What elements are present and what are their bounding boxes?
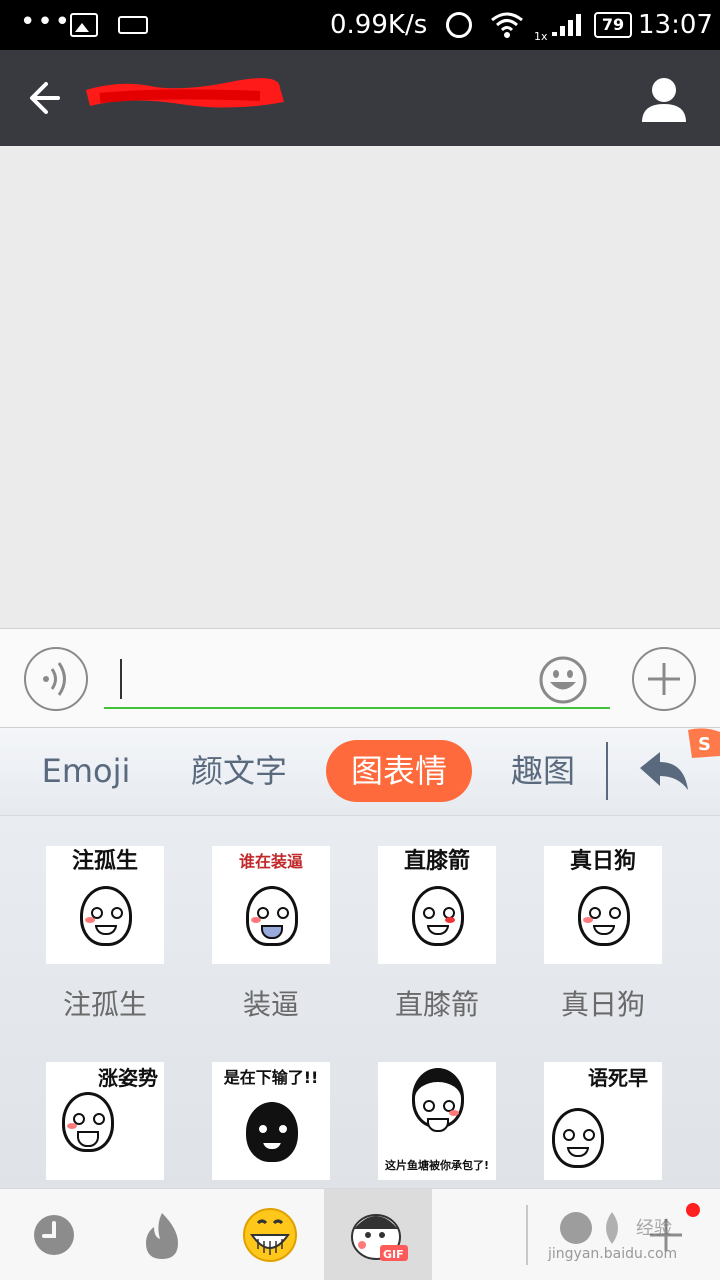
sticker-image: 语死早 xyxy=(544,1062,662,1180)
new-badge-dot xyxy=(686,1203,700,1217)
sticker-caption: 注孤生 xyxy=(71,849,138,874)
sticker-label: 真日狗 xyxy=(560,988,645,1021)
sticker-caption: 语死早 xyxy=(588,1066,648,1090)
recent-stickers-button[interactable] xyxy=(0,1189,108,1280)
signal-icon: 1x xyxy=(534,14,581,42)
sticker-image: 涨姿势 xyxy=(46,1062,164,1180)
more-actions-button[interactable] xyxy=(632,647,696,711)
voice-icon xyxy=(43,662,66,696)
sticker-item[interactable]: 语死早 xyxy=(520,1062,686,1188)
back-arrow-icon[interactable] xyxy=(22,74,74,122)
sticker-item[interactable]: 是在下输了!! xyxy=(188,1062,354,1188)
plus-icon xyxy=(648,663,680,695)
sticker-caption: 涨姿势 xyxy=(98,1066,158,1090)
tab-divider xyxy=(606,742,608,800)
sticker-caption: 这片鱼塘被你承包了! xyxy=(384,1159,490,1172)
profile-icon[interactable] xyxy=(636,74,692,126)
sticker-label: 直膝箭 xyxy=(394,988,479,1021)
clock-time: 13:07 xyxy=(638,10,713,40)
keyboard-category-tabs: Emoji 颜文字 图表情 趣图 xyxy=(0,728,720,816)
chat-message-area[interactable] xyxy=(0,146,720,628)
sticker-caption: 是在下输了!! xyxy=(223,1068,319,1087)
sticker-caption: 直膝箭 xyxy=(403,849,470,874)
grin-emoji-icon xyxy=(243,1208,297,1262)
sticker-image: 谁在装逼 xyxy=(212,846,330,964)
battery-indicator: 79 xyxy=(594,12,632,38)
sticker-grid: 注孤生 注孤生 谁在装逼 装逼 直膝箭 直膝箭 真日狗 真日狗 涨姿势 是在下输… xyxy=(0,816,720,1188)
sticker-caption: 真日狗 xyxy=(569,849,636,874)
message-input-bar xyxy=(0,628,720,728)
svg-text:S: S xyxy=(698,734,711,755)
emoji-pack-button[interactable] xyxy=(216,1189,324,1280)
emoji-toggle-icon[interactable] xyxy=(538,655,588,705)
watermark-url: jingyan.baidu.com xyxy=(548,1246,678,1262)
tab-fun-images[interactable]: 趣图 xyxy=(496,740,590,802)
keyboard-notification-icon xyxy=(118,16,148,34)
sticker-item[interactable]: 直膝箭 直膝箭 xyxy=(354,846,520,1022)
network-speed: 0.99K/s xyxy=(330,10,428,40)
sticker-item[interactable]: 这片鱼塘被你承包了! xyxy=(354,1062,520,1188)
sticker-image: 这片鱼塘被你承包了! xyxy=(378,1062,496,1180)
status-bar: ••• 0.99K/s 1x 79 13:07 xyxy=(0,0,720,50)
fire-icon xyxy=(146,1213,178,1259)
tab-image-stickers[interactable]: 图表情 xyxy=(326,740,472,802)
chat-title-bar xyxy=(0,50,720,146)
tab-kaomoji[interactable]: 颜文字 xyxy=(174,740,304,802)
sticker-item[interactable]: 涨姿势 xyxy=(22,1062,188,1188)
wifi-icon xyxy=(491,12,523,38)
sticker-item[interactable]: 谁在装逼 装逼 xyxy=(188,846,354,1022)
bar-divider xyxy=(526,1205,528,1265)
gif-sticker-icon: GIF xyxy=(351,1214,408,1261)
sticker-item[interactable]: 真日狗 真日狗 xyxy=(520,846,686,1022)
tab-emoji[interactable]: Emoji xyxy=(30,740,142,802)
svg-text:经验: 经验 xyxy=(636,1218,672,1239)
sticker-label: 注孤生 xyxy=(62,988,147,1021)
redacted-contact-name xyxy=(86,78,284,108)
sticker-image: 真日狗 xyxy=(544,846,662,964)
alarm-icon xyxy=(446,12,472,38)
voice-input-button[interactable] xyxy=(24,647,88,711)
signal-label: 1x xyxy=(534,30,548,42)
sticker-image: 是在下输了!! xyxy=(212,1062,330,1180)
sogou-logo-icon: S xyxy=(688,728,720,758)
sticker-image: 注孤生 xyxy=(46,846,164,964)
sticker-caption: 谁在装逼 xyxy=(238,852,303,871)
return-arrow-icon[interactable] xyxy=(636,750,692,792)
sticker-item[interactable]: 注孤生 注孤生 xyxy=(22,846,188,1022)
gif-pack-button[interactable]: GIF xyxy=(324,1189,432,1280)
message-text-input[interactable] xyxy=(104,651,610,709)
image-notification-icon xyxy=(70,13,98,37)
sticker-image: 直膝箭 xyxy=(378,846,496,964)
sticker-label: 装逼 xyxy=(242,988,299,1021)
clock-icon xyxy=(34,1215,74,1255)
hot-stickers-button[interactable] xyxy=(108,1189,216,1280)
notification-dots: ••• xyxy=(20,7,73,37)
text-cursor xyxy=(120,659,122,699)
gif-badge: GIF xyxy=(383,1248,404,1261)
